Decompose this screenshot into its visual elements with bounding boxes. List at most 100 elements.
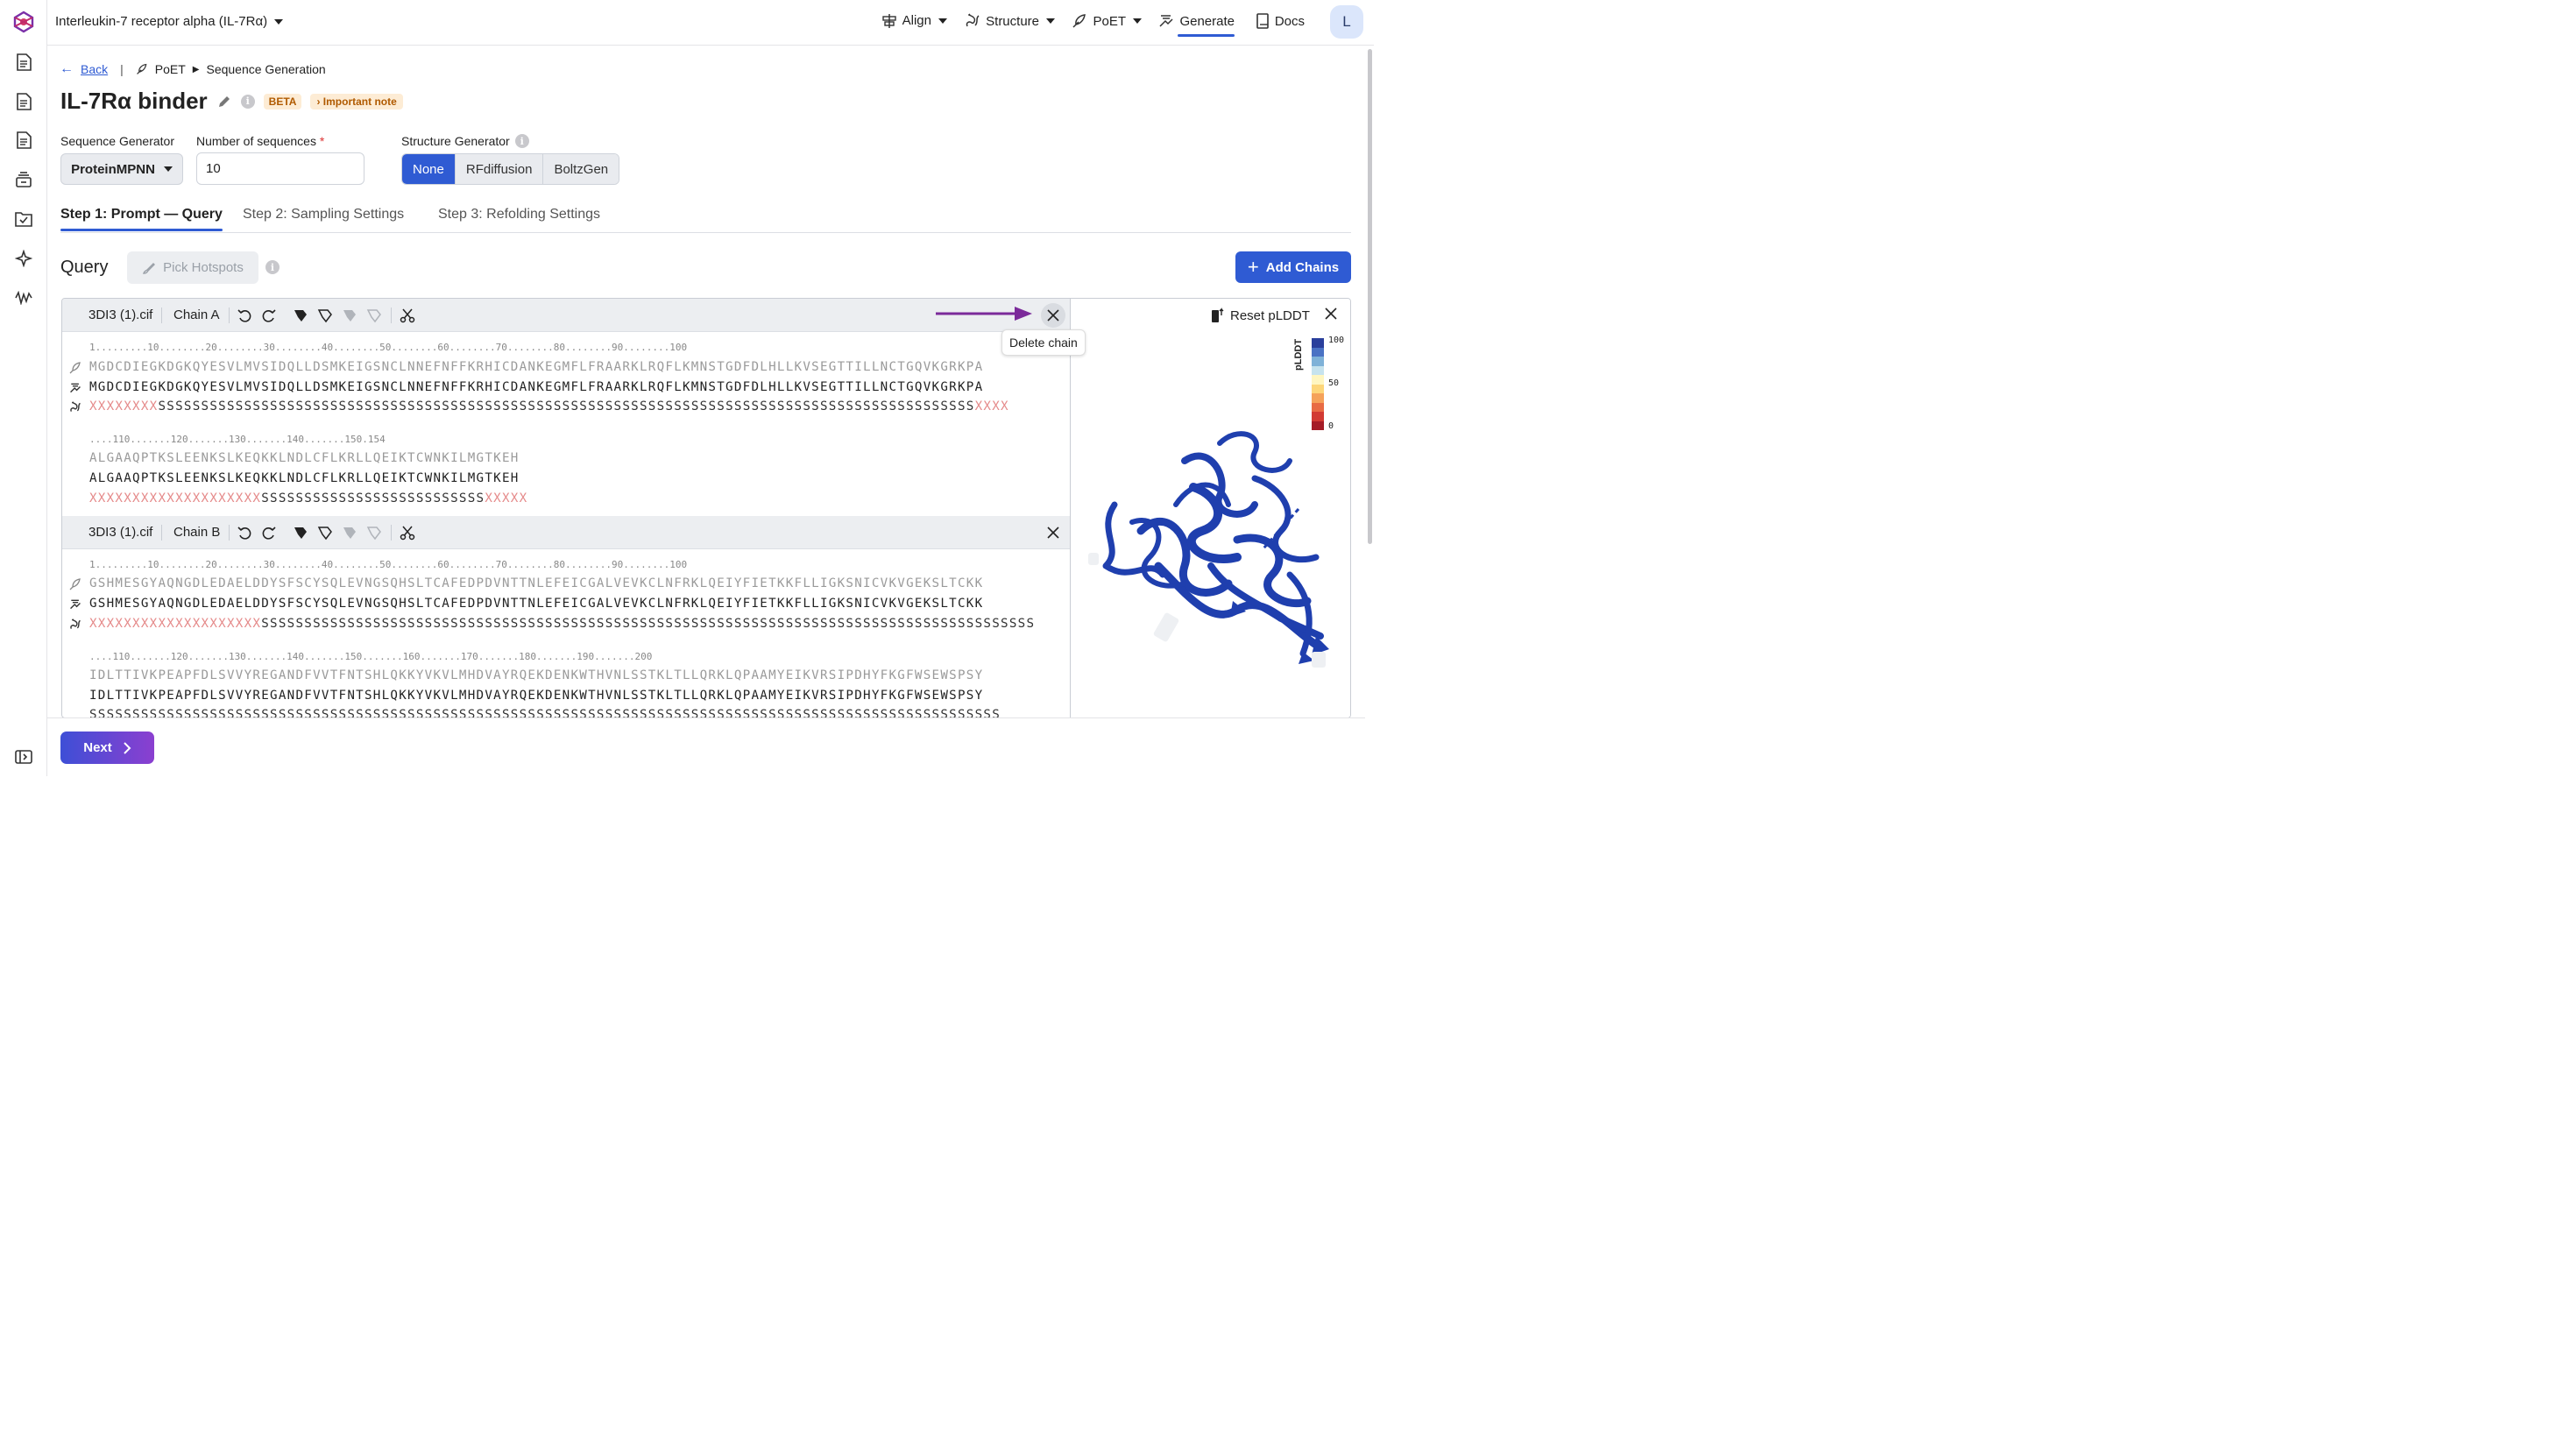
design-outline-icon[interactable] [317,307,333,323]
align-icon [881,13,896,28]
page-title: IL-7Rα binder [60,88,208,114]
redo-icon[interactable] [261,525,277,541]
undo-icon[interactable] [237,307,252,323]
structure-icon [966,13,980,27]
next-button[interactable]: Next [60,732,154,764]
plddt-legend-swatch [1312,365,1324,375]
structure-mask[interactable]: XXXXXXXXXXXXXXXXXXXXSSSSSSSSSSSSSSSSSSSS… [89,617,1035,631]
sequence-generator-value: ProteinMPNN [71,161,155,177]
chain-a-header: 3DI3 (1).cif Chain A [62,299,1070,332]
masked-residues: XXXXXXXXXXXXXXXXXXXX [89,491,262,505]
structure-viewer[interactable]: Reset pLDDT pLDDT 100 50 0 [1071,299,1350,717]
design-sequence[interactable]: GSHMESGYAQNGDLEDAELDDYSFSCYSQLEVNGSQHSLT… [89,597,983,611]
info-icon[interactable]: i [265,260,280,274]
page-scrollbar[interactable] [1368,49,1372,544]
divider [161,524,162,541]
scissors-icon[interactable] [400,307,415,323]
sequence-editor: 3DI3 (1).cif Chain A 1.........10.......… [62,299,1071,717]
plddt-legend-title: pLDDT [1293,338,1304,371]
document-icon[interactable] [11,89,36,114]
database-icon[interactable] [11,167,36,192]
structure-mask[interactable]: XXXXXXXXSSSSSSSSSSSSSSSSSSSSSSSSSSSSSSSS… [89,399,1009,413]
design-fill-icon[interactable] [293,525,308,541]
masked-residues: XXXXXXXXXXXXXXXXXXXX [89,617,262,631]
sequence-ruler: ....110.......120.......130.......140...… [89,651,653,662]
step-tabs: Step 1: Prompt — Query Step 2: Sampling … [60,207,1351,233]
delete-chain-close-icon[interactable] [1041,520,1065,545]
structure-outline-icon [366,525,382,541]
design-fill-icon[interactable] [293,307,308,323]
nav-poet-label: PoET [1093,13,1126,29]
expand-sidebar-icon[interactable] [11,745,36,769]
avatar[interactable]: L [1330,5,1363,39]
next-label: Next [83,740,112,755]
app-logo-icon[interactable] [11,10,36,34]
query-row-icon [69,362,81,374]
back-link[interactable]: Back [81,62,108,76]
wave-chart-icon[interactable] [11,286,36,310]
info-icon[interactable]: i [240,94,255,109]
number-of-sequences-input[interactable]: 10 [196,152,364,185]
redo-icon[interactable] [261,307,277,323]
masked-residues: XXXX [974,399,1009,413]
info-icon[interactable]: i [514,134,529,148]
nav-align[interactable]: Align [881,13,947,28]
structure-option-rfdiffusion[interactable]: RFdiffusion [455,154,544,184]
design-sequence[interactable]: MGDCDIEGKDGKQYESVLMVSIDQLLDSMKEIGSNCLNNE… [89,380,983,394]
brush-icon [143,262,156,274]
chevron-down-icon [938,18,947,24]
breadcrumb-divider: | [120,62,124,76]
important-note-badge[interactable]: › Important note [310,93,403,110]
folder-check-icon[interactable] [11,207,36,231]
undo-icon[interactable] [237,525,252,541]
reset-plddt-button[interactable]: Reset pLDDT [1211,307,1310,323]
chains-panel: 3DI3 (1).cif Chain A 1.........10.......… [61,298,1351,718]
plddt-legend-swatch [1312,384,1324,393]
design-sequence[interactable]: IDLTTIVKPEAPFDLSVVYREGANDFVVTFNTSHLQKKYV… [89,689,983,703]
chain-b-header: 3DI3 (1).cif Chain B [62,516,1070,549]
pick-hotspots-button[interactable]: Pick Hotspots [127,251,258,284]
delete-chain-tooltip: Delete chain [1001,329,1086,356]
add-chains-button[interactable]: + Add Chains [1235,251,1351,283]
query-sequence[interactable]: MGDCDIEGKDGKQYESVLMVSIDQLLDSMKEIGSNCLNNE… [89,360,983,374]
query-sequence[interactable]: IDLTTIVKPEAPFDLSVVYREGANDFVVTFNTSHLQKKYV… [89,668,983,682]
divider [391,524,392,541]
project-title: Interleukin-7 receptor alpha (IL-7Rα) [55,14,268,29]
chain-file-name: 3DI3 (1).cif [88,525,153,540]
footer-bar: Next [47,717,1365,776]
book-icon [1256,13,1269,29]
main-content: ← Back | PoET ▶ Sequence Generation IL-7… [47,46,1365,776]
query-sequence[interactable]: ALGAAQPTKSLEENKSLKEQKKLNDLCFLKRLLQEIKTCW… [89,451,520,465]
close-structure-icon[interactable] [1325,307,1337,324]
tab-step-1[interactable]: Step 1: Prompt — Query [60,207,223,231]
tab-step-3[interactable]: Step 3: Refolding Settings [438,207,600,223]
structure-residues: SSSSSSSSSSSSSSSSSSSSSSSSSSSSSSSSSSSSSSSS… [261,617,1036,631]
nav-docs[interactable]: Docs [1256,13,1305,29]
scissors-icon[interactable] [400,525,415,541]
design-outline-icon[interactable] [317,525,333,541]
structure-row-icon [69,618,81,631]
project-selector[interactable]: Interleukin-7 receptor alpha (IL-7Rα) [55,14,284,29]
query-sequence[interactable]: GSHMESGYAQNGDLEDAELDDYSFSCYSQLEVNGSQHSLT… [89,576,983,590]
divider [161,307,162,323]
nav-structure[interactable]: Structure [965,13,1055,29]
protein-3d-structure[interactable] [1079,426,1342,680]
structure-option-none[interactable]: None [402,154,456,184]
structure-option-boltzgen[interactable]: BoltzGen [543,154,619,184]
nav-generate[interactable]: Generate [1158,13,1235,37]
structure-mask[interactable]: XXXXXXXXXXXXXXXXXXXXSSSSSSSSSSSSSSSSSSSS… [89,491,527,505]
sparkle-icon[interactable] [11,246,36,271]
edit-pencil-icon[interactable] [216,94,232,110]
document-icon[interactable] [11,50,36,74]
document-icon[interactable] [11,128,36,152]
top-bar: Interleukin-7 receptor alpha (IL-7Rα) Al… [47,0,1374,46]
query-heading: Query [60,258,109,277]
breadcrumb-section[interactable]: PoET [155,62,186,76]
pick-hotspots-label: Pick Hotspots [163,260,244,275]
tab-step-2[interactable]: Step 2: Sampling Settings [243,207,404,223]
nav-poet[interactable]: PoET [1072,13,1142,29]
design-sequence[interactable]: ALGAAQPTKSLEENKSLKEQKKLNDLCFLKRLLQEIKTCW… [89,471,520,485]
back-arrow-icon[interactable]: ← [60,61,74,77]
delete-chain-close-icon[interactable] [1041,303,1065,328]
sequence-generator-select[interactable]: ProteinMPNN [60,153,183,185]
